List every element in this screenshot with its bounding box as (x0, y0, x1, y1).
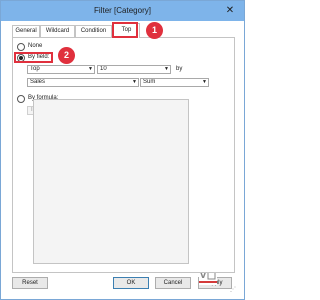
resize-grip-icon[interactable]: ⋰ (230, 287, 236, 293)
close-icon[interactable]: ✕ (223, 4, 237, 17)
by-field-count-value: 10 (100, 66, 107, 72)
chevron-down-icon: ▼ (132, 79, 137, 85)
chevron-down-icon: ▼ (88, 66, 93, 72)
tab-condition[interactable]: Condition (75, 25, 112, 37)
none-label: None (28, 43, 43, 49)
by-field-count-select[interactable]: 10 ▼ (97, 65, 171, 74)
callout-by-field (14, 52, 53, 63)
by-field-aggregation-select[interactable]: Sum ▼ (140, 78, 209, 87)
chevron-down-icon: ▼ (164, 66, 169, 72)
tab-wildcard[interactable]: Wildcard (40, 25, 75, 37)
filter-dialog: Filter [Category] ✕ General Wildcard Con… (0, 0, 245, 300)
ok-button[interactable]: OK (113, 277, 149, 289)
callout-top-tab (112, 22, 138, 38)
callout-badge-1: 1 (146, 22, 163, 39)
by-field-field-value: Sales (30, 79, 46, 85)
tab-general[interactable]: General (12, 25, 40, 37)
by-field-direction-value: Top (30, 66, 40, 72)
by-field-by-label: by (176, 66, 183, 72)
none-radio[interactable] (17, 43, 25, 51)
by-formula-radio[interactable] (17, 95, 25, 103)
dialog-title: Filter [Category] (94, 6, 151, 15)
title-bar[interactable]: Filter [Category] ✕ (1, 1, 244, 21)
by-field-field-select[interactable]: Sales ▼ (27, 78, 139, 87)
cancel-button[interactable]: Cancel (155, 277, 191, 289)
callout-badge-2: 2 (58, 47, 75, 64)
by-field-aggregation-value: Sum (143, 79, 156, 85)
reset-button[interactable]: Reset (12, 277, 48, 289)
by-field-direction-select[interactable]: Top ▼ (27, 65, 95, 74)
formula-textarea[interactable] (33, 99, 189, 264)
chevron-down-icon: ▼ (202, 79, 207, 85)
